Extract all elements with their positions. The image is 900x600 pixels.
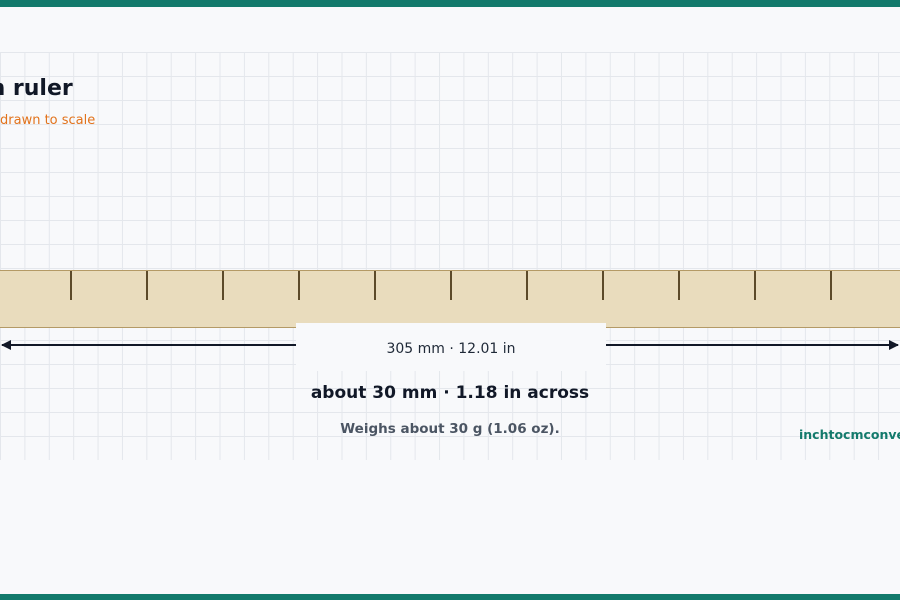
ruler-tick [678,271,680,300]
ruler-tick [222,271,224,300]
ruler-tick [374,271,376,300]
ruler-tick [602,271,604,300]
weight-label: Weighs about 30 g (1.06 oz). [340,421,560,437]
ruler-tick [298,271,300,300]
ruler-tick [526,271,528,300]
page-title: ich ruler [0,76,73,101]
top-accent-bar [0,0,900,7]
length-label: 305 mm · 12.01 in [386,341,516,357]
ruler-tick [450,271,452,300]
width-label: about 30 mm · 1.18 in across [310,383,590,403]
ruler-tick [146,271,148,300]
ruler-tick [830,271,832,300]
scale-note: drawn to scale [0,113,96,128]
bottom-accent-bar [0,594,900,600]
ruler-tick [754,271,756,300]
ruler-tick [70,271,72,300]
brand-label: inchtocmconver [799,427,900,442]
